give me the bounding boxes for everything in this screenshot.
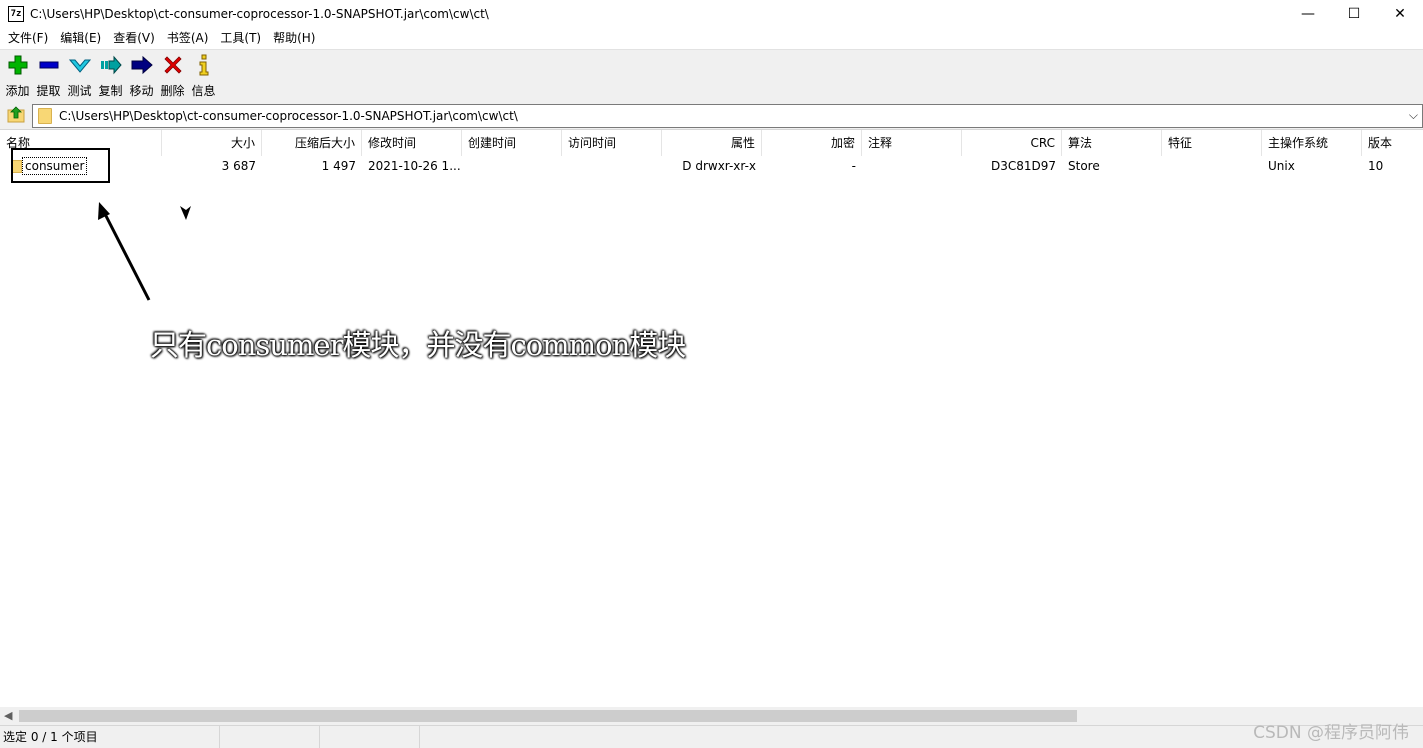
row-size: 3 687 <box>221 159 256 173</box>
column-headers: 名称 大小 压缩后大小 修改时间 创建时间 访问时间 属性 加密 注释 CRC … <box>0 130 1423 156</box>
delete-label: 删除 <box>160 84 185 98</box>
copy-icon <box>100 54 122 76</box>
extract-icon <box>38 54 60 76</box>
copy-label: 复制 <box>98 84 123 98</box>
menu-view[interactable]: 查看(V) <box>107 28 161 49</box>
chevron-down-icon[interactable]: ⌵ <box>1409 108 1418 123</box>
up-folder-button[interactable] <box>4 103 28 127</box>
row-version: 10 <box>1368 159 1384 173</box>
col-modified[interactable]: 修改时间 <box>362 130 462 156</box>
menu-bar: 文件(F) 编辑(E) 查看(V) 书签(A) 工具(T) 帮助(H) <box>0 28 1423 49</box>
watermark: CSDN @程序员阿伟 <box>1253 723 1409 743</box>
address-path: C:\Users\HP\Desktop\ct-consumer-coproces… <box>59 109 518 123</box>
title-bar: 7z C:\Users\HP\Desktop\ct-consumer-copro… <box>0 0 1423 28</box>
col-method[interactable]: 算法 <box>1062 130 1162 156</box>
extract-button[interactable]: 提取 <box>33 50 64 101</box>
close-button[interactable]: ✕ <box>1377 0 1423 28</box>
row-modified: 2021-10-26 1... <box>368 159 461 173</box>
status-bar: 选定 0 / 1 个项目 <box>0 725 1423 748</box>
delete-button[interactable]: 删除 <box>157 50 188 101</box>
row-attributes: D drwxr-xr-x <box>682 159 756 173</box>
window-controls: — ☐ ✕ <box>1285 0 1423 28</box>
col-packed-size[interactable]: 压缩后大小 <box>262 130 362 156</box>
col-encrypted[interactable]: 加密 <box>762 130 862 156</box>
extract-label: 提取 <box>36 84 61 98</box>
menu-edit[interactable]: 编辑(E) <box>54 28 107 49</box>
col-version[interactable]: 版本 <box>1362 130 1423 156</box>
col-created[interactable]: 创建时间 <box>462 130 562 156</box>
row-crc: D3C81D97 <box>990 159 1056 173</box>
test-label: 测试 <box>67 84 92 98</box>
move-label: 移动 <box>129 84 154 98</box>
add-label: 添加 <box>5 84 30 98</box>
copy-button[interactable]: 复制 <box>95 50 126 101</box>
col-attributes[interactable]: 属性 <box>662 130 762 156</box>
status-cell-packed <box>320 726 420 748</box>
menu-tools[interactable]: 工具(T) <box>214 28 267 49</box>
move-button[interactable]: 移动 <box>126 50 157 101</box>
col-size[interactable]: 大小 <box>162 130 262 156</box>
col-comment[interactable]: 注释 <box>862 130 962 156</box>
file-list: 名称 大小 压缩后大小 修改时间 创建时间 访问时间 属性 加密 注释 CRC … <box>0 129 1423 707</box>
row-characteristics <box>1162 156 1262 176</box>
delete-icon <box>162 54 184 76</box>
window-title: C:\Users\HP\Desktop\ct-consumer-coproces… <box>30 7 489 21</box>
maximize-button[interactable]: ☐ <box>1331 0 1377 28</box>
info-button[interactable]: 信息 <box>188 50 219 101</box>
row-packed-size: 1 497 <box>321 159 356 173</box>
status-selected: 选定 0 / 1 个项目 <box>0 726 220 748</box>
address-input[interactable]: C:\Users\HP\Desktop\ct-consumer-coproces… <box>32 104 1423 128</box>
row-host-os: Unix <box>1268 159 1295 173</box>
address-bar: C:\Users\HP\Desktop\ct-consumer-coproces… <box>0 101 1423 129</box>
row-method: Store <box>1068 159 1100 173</box>
row-comment <box>862 156 962 176</box>
horizontal-scrollbar[interactable]: ◀ <box>0 707 1423 725</box>
col-characteristics[interactable]: 特征 <box>1162 130 1262 156</box>
col-host-os[interactable]: 主操作系统 <box>1262 130 1362 156</box>
col-accessed[interactable]: 访问时间 <box>562 130 662 156</box>
col-crc[interactable]: CRC <box>962 130 1062 156</box>
row-accessed <box>562 156 662 176</box>
scrollbar-thumb[interactable] <box>19 710 1077 722</box>
info-icon <box>193 54 215 76</box>
minimize-button[interactable]: — <box>1285 0 1331 28</box>
up-arrow-icon <box>7 105 25 126</box>
table-row[interactable]: consumer 3 687 1 497 2021-10-26 1... D d… <box>0 156 1423 176</box>
toolbar: 添加 提取 测试 复制 移动 删除 信息 <box>0 49 1423 101</box>
menu-help[interactable]: 帮助(H) <box>267 28 321 49</box>
app-icon: 7z <box>8 6 24 22</box>
status-cell-size <box>220 726 320 748</box>
menu-bookmarks[interactable]: 书签(A) <box>161 28 215 49</box>
annotation-highlight-box <box>11 148 110 183</box>
menu-file[interactable]: 文件(F) <box>2 28 54 49</box>
row-encrypted: - <box>851 159 856 173</box>
add-button[interactable]: 添加 <box>2 50 33 101</box>
test-button[interactable]: 测试 <box>64 50 95 101</box>
row-created <box>462 156 562 176</box>
scroll-left-icon[interactable]: ◀ <box>4 709 12 722</box>
move-icon <box>131 54 153 76</box>
test-icon <box>68 54 91 76</box>
status-cell-extra <box>420 726 520 748</box>
annotation-text: 只有consumer模块，并没有common模块 <box>150 328 686 362</box>
info-label: 信息 <box>191 84 216 98</box>
add-icon <box>7 54 29 76</box>
folder-icon <box>38 108 52 124</box>
